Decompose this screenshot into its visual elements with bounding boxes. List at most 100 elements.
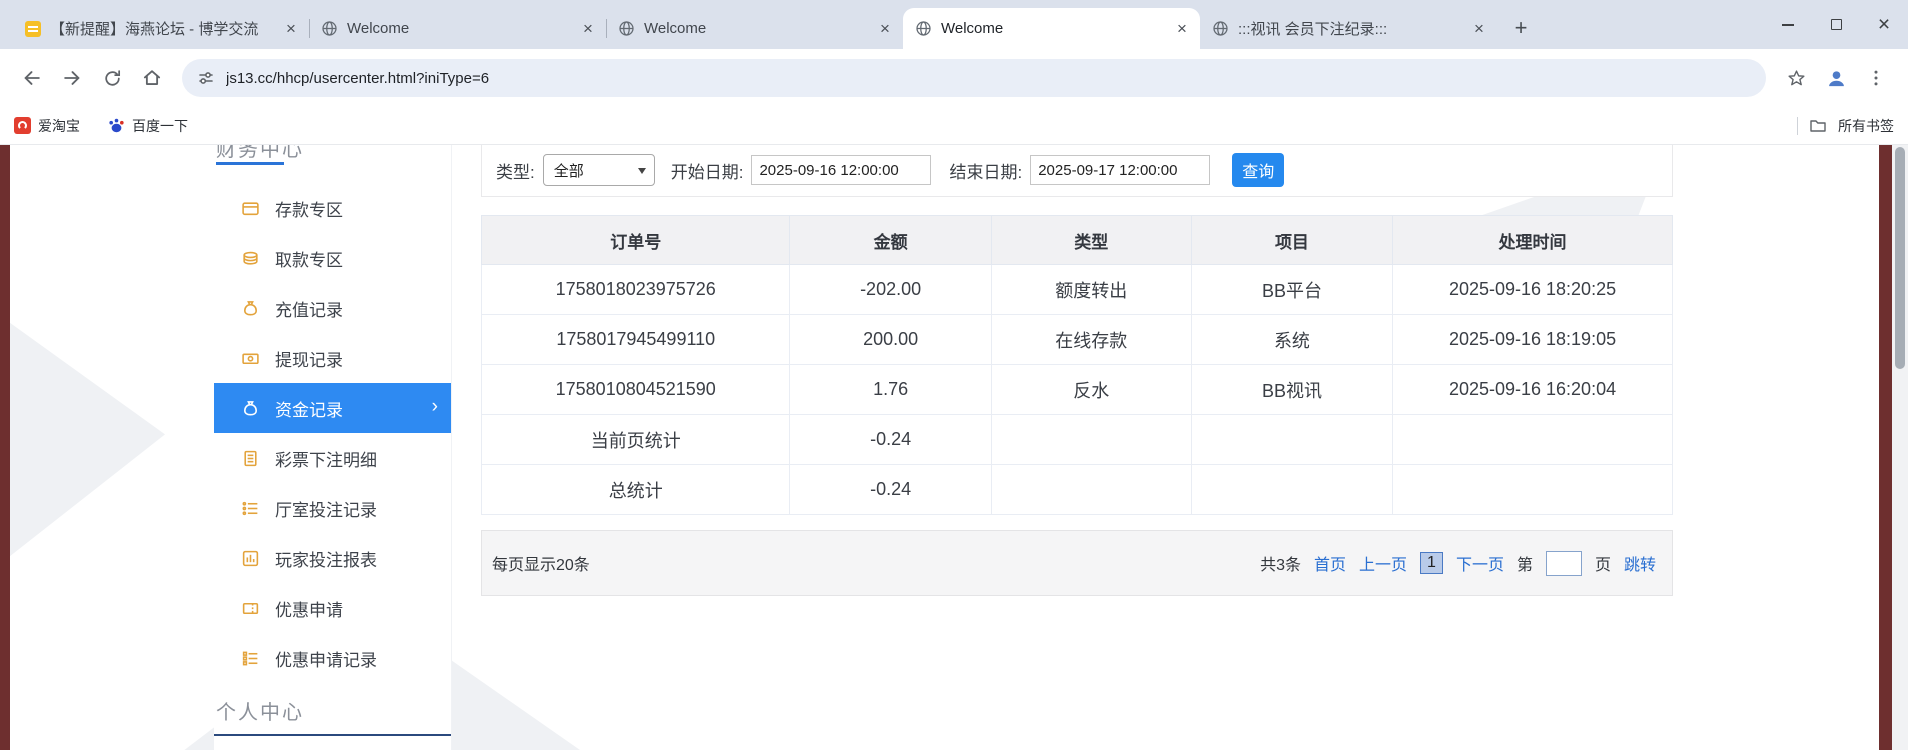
browser-tab-bar: 【新提醒】海燕论坛 - 博学交流 × Welcome × Welcome × W… [0,0,1908,49]
tab-close-icon[interactable]: × [1172,19,1192,39]
tab-close-icon[interactable]: × [875,19,895,39]
tab-close-icon[interactable]: × [1469,19,1489,39]
query-button[interactable]: 查询 [1232,153,1285,187]
forward-button[interactable] [52,58,92,98]
baidu-paw-icon [108,117,125,134]
home-button[interactable] [132,58,172,98]
table-header-row: 订单号 金额 类型 项目 处理时间 [480,215,1673,265]
chevron-right-icon: › [431,396,438,417]
browser-tab-welcome-1[interactable]: Welcome × [309,8,606,49]
sidebar-item-player-bet-report[interactable]: 玩家投注报表 [214,533,451,583]
globe-icon [321,20,338,37]
chevron-down-icon [637,168,646,174]
bookmarks-divider [1797,116,1798,135]
sidebar-item-label: 优惠申请 [275,600,343,620]
tab-close-icon[interactable]: × [281,19,301,39]
maximize-button[interactable] [1812,0,1860,49]
all-bookmarks-button[interactable]: 所有书签 [1838,116,1894,136]
start-date-label: 开始日期: [670,162,744,182]
globe-icon [1212,20,1229,37]
window-controls: × [1764,0,1908,49]
promo-ticket-icon [242,602,259,614]
cell-empty [990,464,1192,515]
browser-menu-icon[interactable] [1856,58,1896,98]
withdraw-record-icon [242,352,259,364]
page-size-text: 每页显示20条 [492,557,590,574]
sidebar-item-withdraw-area[interactable]: 取款专区 [214,233,451,283]
filter-bar: 类型: 全部 开始日期: 结束日期: 查询 [481,144,1673,197]
sidebar-item-label: 提现记录 [275,350,343,370]
bookmark-taobao[interactable]: 爱淘宝 [14,116,80,136]
forum-favicon-icon [24,20,41,37]
cell-time: 2025-09-16 18:20:25 [1392,264,1673,315]
new-tab-button[interactable]: + [1506,13,1536,43]
bookmark-label: 爱淘宝 [38,117,80,134]
back-button[interactable] [12,58,52,98]
prev-page-link[interactable]: 上一页 [1359,551,1407,575]
folder-icon [1809,117,1827,135]
cell-time: 2025-09-16 16:20:04 [1392,364,1673,415]
cell-empty [1392,464,1673,515]
cell-amount: 200.00 [789,314,992,365]
sidebar-item-hall-bet-record[interactable]: 厅室投注记录 [214,483,451,533]
page-jump-input[interactable] [1545,550,1582,576]
header-amount: 金额 [789,215,992,265]
start-date-input[interactable] [751,155,932,185]
cell-type: 反水 [990,364,1192,415]
scrollbar-thumb[interactable] [1895,147,1905,369]
taobao-icon [14,117,31,134]
browser-tab-forum[interactable]: 【新提醒】海燕论坛 - 博学交流 × [12,8,309,49]
browser-tab-video-records[interactable]: :::视讯 会员下注纪录::: × [1200,8,1497,49]
page-background: 财务中心 存款专区 取款专区 充值记录 提现记录 资金记录 › 彩票下注明细 厅… [0,144,1908,750]
sidebar-item-label: 存款专区 [275,200,343,220]
profile-avatar-button[interactable] [1816,58,1856,98]
browser-tab-welcome-active[interactable]: Welcome × [903,8,1200,49]
header-type: 类型 [990,215,1192,265]
address-bar[interactable]: js13.cc/hhcp/usercenter.html?iniType=6 [182,59,1766,97]
sidebar-item-promo-apply[interactable]: 优惠申请 [214,583,451,633]
scrollbar[interactable] [1892,144,1908,750]
sidebar-item-label: 玩家投注报表 [275,550,377,570]
bookmark-star-icon[interactable] [1776,58,1816,98]
bookmark-baidu[interactable]: 百度一下 [108,116,188,136]
main-content: 类型: 全部 开始日期: 结束日期: 查询 订单号 金额 类型 项目 处理时间 [480,144,1673,596]
sidebar-item-deposit-area[interactable]: 存款专区 [214,183,451,233]
cell-amount: 1.76 [789,364,992,415]
type-select[interactable]: 全部 [542,154,655,186]
sidebar-item-withdraw-record[interactable]: 提现记录 [214,333,451,383]
jump-button[interactable]: 跳转 [1624,551,1656,575]
url-text[interactable]: js13.cc/hhcp/usercenter.html?iniType=6 [226,70,489,87]
section-underline [216,162,284,165]
type-select-value: 全部 [553,162,584,180]
cell-time: 2025-09-16 18:19:05 [1392,314,1673,365]
cell-empty [1190,414,1394,465]
cell-order-no: 1758010804521590 [480,364,791,415]
sidebar-item-funds-record[interactable]: 资金记录 › [214,383,451,433]
cell-label: 总统计 [480,464,791,515]
tab-title: 【新提醒】海燕论坛 - 博学交流 [50,21,259,38]
next-page-link[interactable]: 下一页 [1456,551,1504,575]
table-row: 1758017945499110 200.00 在线存款 系统 2025-09-… [480,314,1673,365]
sidebar-item-lottery-bet-detail[interactable]: 彩票下注明细 [214,433,451,483]
end-date-label: 结束日期: [949,162,1023,182]
minimize-button[interactable] [1764,0,1812,49]
browser-tab-welcome-2[interactable]: Welcome × [606,8,903,49]
first-page-link[interactable]: 首页 [1314,551,1346,575]
sidebar-item-label: 彩票下注明细 [275,450,377,470]
sidebar-item-promo-apply-record[interactable]: 优惠申请记录 [214,633,451,683]
sidebar-item-recharge-record[interactable]: 充值记录 [214,283,451,333]
cell-amount: -0.24 [789,464,992,515]
reload-button[interactable] [92,58,132,98]
site-settings-tune-icon[interactable] [197,69,215,87]
cell-amount: -202.00 [789,264,992,315]
header-project: 项目 [1190,215,1394,265]
end-date-input[interactable] [1030,155,1211,185]
table-row-page-total: 当前页统计 -0.24 [480,414,1673,465]
bookmarks-bar: 爱淘宝 百度一下 所有书签 [0,107,1908,144]
window-close-button[interactable]: × [1860,0,1908,49]
hall-bet-record-icon [242,501,258,515]
funds-record-icon [244,400,257,416]
tab-close-icon[interactable]: × [578,19,598,39]
bookmark-label: 百度一下 [132,117,188,134]
table-row: 1758018023975726 -202.00 额度转出 BB平台 2025-… [480,264,1673,315]
